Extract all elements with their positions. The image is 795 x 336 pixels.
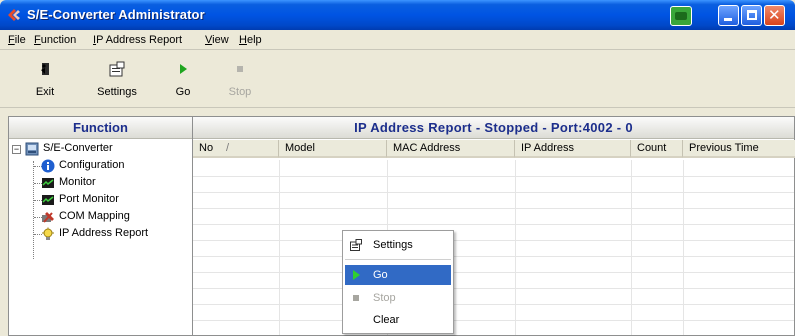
window-title: S/E-Converter Administrator (27, 7, 205, 22)
play-icon (180, 64, 187, 74)
ip-report-header: IP Address Report - Stopped - Port:4002 … (193, 117, 794, 139)
monitor-icon (42, 178, 54, 188)
settings-button[interactable]: Settings (94, 59, 140, 103)
stop-button[interactable]: Stop (217, 59, 263, 103)
grid-line (193, 272, 794, 273)
minimize-button[interactable] (718, 5, 739, 26)
close-button[interactable]: ✕ (764, 5, 785, 26)
grid-line (193, 208, 794, 209)
function-pane: Function − S/E-Converter Configuration M… (8, 116, 193, 336)
grid-line (193, 224, 794, 225)
converter-icon (25, 142, 39, 156)
play-icon (353, 270, 360, 280)
context-menu-go[interactable]: Go (345, 265, 451, 285)
column-ip-address[interactable]: IP Address (515, 140, 631, 158)
app-icon (8, 9, 20, 21)
stop-label: Stop (228, 86, 252, 98)
column-count[interactable]: Count (631, 140, 683, 158)
stop-icon (237, 66, 243, 72)
bulb-icon (42, 227, 54, 240)
stop-icon (353, 295, 359, 301)
grid-line (193, 256, 794, 257)
exit-icon (41, 63, 49, 75)
context-menu-settings[interactable]: Settings (345, 235, 451, 255)
column-model[interactable]: Model (279, 140, 387, 158)
settings-label: Settings (97, 86, 137, 98)
context-menu-separator (345, 259, 451, 260)
grid-line (193, 304, 794, 305)
exit-button[interactable]: Exit (22, 59, 68, 103)
title-bar[interactable]: S/E-Converter Administrator ✕ (0, 0, 795, 30)
context-menu-clear[interactable]: Clear (345, 310, 451, 330)
grid-line (193, 240, 794, 241)
menu-view[interactable]: View (205, 34, 229, 46)
info-icon (41, 159, 55, 173)
menu-function[interactable]: Function (34, 34, 76, 46)
grid-line (193, 288, 794, 289)
com-mapping-icon (42, 212, 54, 223)
grid-line (193, 192, 794, 193)
menu-ip-address-report[interactable]: IP Address Report (93, 34, 182, 46)
grid-line (515, 160, 516, 335)
context-menu: Settings Go Stop Clear (342, 230, 454, 334)
column-mac-address[interactable]: MAC Address (387, 140, 515, 158)
sort-indicator: / (226, 142, 230, 154)
function-tree: − S/E-Converter Configuration Monitor Po… (9, 141, 192, 335)
menu-bar: File Function IP Address Report View Hel… (0, 30, 795, 50)
grid-line (279, 160, 280, 335)
tray-icon[interactable] (670, 6, 692, 26)
tree-collapse-icon[interactable]: − (12, 145, 21, 154)
context-menu-stop[interactable]: Stop (345, 288, 451, 308)
column-no[interactable]: No / (193, 140, 279, 158)
menu-file[interactable]: File (8, 34, 26, 46)
go-button[interactable]: Go (160, 59, 206, 103)
exit-label: Exit (35, 86, 55, 98)
close-icon: ✕ (768, 6, 781, 24)
grid-line (631, 160, 632, 335)
grid-line (683, 160, 684, 335)
maximize-button[interactable] (741, 5, 762, 26)
tree-connector (33, 161, 34, 259)
column-previous-time[interactable]: Previous Time (683, 140, 795, 158)
go-label: Go (175, 86, 191, 98)
grid-line (193, 176, 794, 177)
settings-icon (109, 61, 125, 77)
settings-icon (350, 239, 362, 251)
ip-report-pane: IP Address Report - Stopped - Port:4002 … (193, 116, 795, 336)
function-pane-header: Function (9, 117, 192, 139)
maximize-icon (747, 10, 757, 20)
toolbar: Exit Settings Go Stop (0, 51, 795, 108)
monitor-icon (42, 195, 54, 205)
menu-help[interactable]: Help (239, 34, 262, 46)
minimize-icon (724, 18, 732, 21)
grid-line (193, 320, 794, 321)
